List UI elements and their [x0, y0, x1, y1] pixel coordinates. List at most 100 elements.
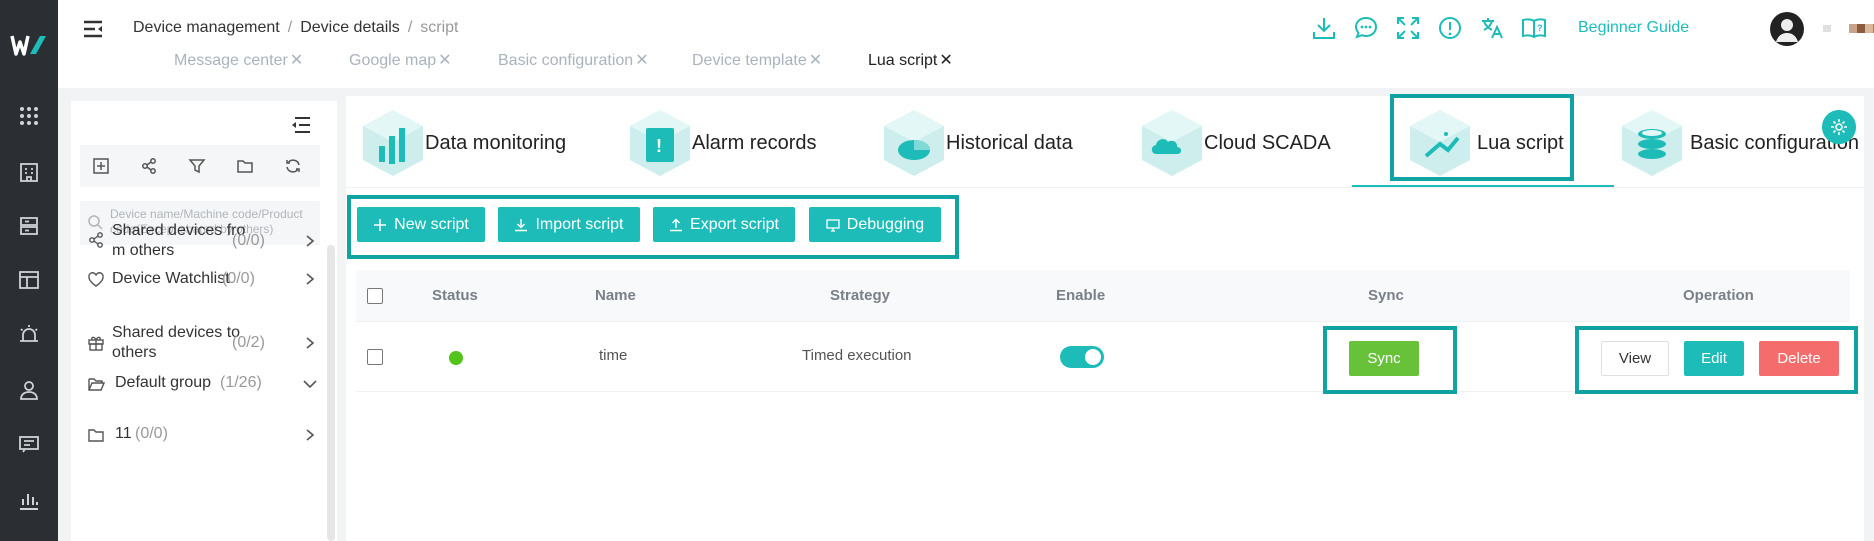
feature-data-monitoring[interactable]: Data monitoring — [357, 104, 577, 184]
toggle-knob — [1085, 349, 1101, 365]
collapse-panel-icon[interactable] — [289, 115, 311, 135]
breadcrumb-item[interactable]: Device details — [300, 19, 400, 36]
download-icon — [515, 218, 528, 231]
chevron-right-icon[interactable] — [303, 428, 317, 442]
tab-google-map[interactable]: Google map ✕ — [349, 50, 452, 70]
view-button[interactable]: View — [1601, 341, 1669, 376]
gear-icon[interactable] — [1822, 110, 1856, 144]
building-icon[interactable] — [17, 160, 41, 184]
folder-icon[interactable] — [236, 157, 254, 175]
data-monitoring-icon — [363, 110, 423, 176]
tree-node-label: others — [112, 344, 157, 361]
chevron-right-icon[interactable] — [303, 336, 317, 350]
folder-open-icon — [88, 378, 105, 391]
breadcrumb-item[interactable]: Device management — [133, 19, 280, 36]
active-tab-underline — [1352, 185, 1614, 187]
tree-node-label: 11 — [115, 425, 132, 442]
username-redacted[interactable] — [1823, 22, 1874, 34]
enable-toggle[interactable] — [1060, 346, 1104, 368]
column-header-status: Status — [432, 287, 478, 304]
tree-node-count: (0/0) — [135, 425, 168, 442]
dashboard-icon[interactable] — [17, 268, 41, 292]
tree-node-default-group[interactable]: Default group (1/26) — [87, 373, 317, 397]
tree-node-shared-to-others[interactable]: Shared devices to others (0/2) — [87, 323, 315, 363]
tree-node-count: (1/26) — [220, 374, 262, 391]
beginner-guide-link[interactable]: Beginner Guide — [1578, 19, 1689, 37]
cloud-scada-icon — [1142, 110, 1202, 176]
tree-node-shared-from-others[interactable]: Shared devices fro m others (0/0) — [87, 221, 315, 261]
chevron-down-icon[interactable] — [303, 377, 317, 391]
tree-toolbar — [80, 145, 320, 187]
tree-node-label: Shared devices to — [112, 324, 241, 341]
sync-button[interactable]: Sync — [1349, 341, 1419, 376]
fullscreen-icon[interactable] — [1394, 14, 1422, 42]
tree-node-group-11[interactable]: 11 (0/0) — [87, 424, 315, 448]
feature-label: Cloud SCADA — [1204, 132, 1331, 154]
import-script-button[interactable]: Import script — [498, 207, 640, 242]
help-book-icon[interactable]: ? — [1520, 14, 1548, 42]
column-header-sync: Sync — [1368, 287, 1404, 304]
add-square-icon[interactable] — [92, 157, 110, 175]
new-script-button[interactable]: New script — [357, 207, 485, 242]
close-icon[interactable]: ✕ — [939, 52, 952, 69]
share-icon — [89, 232, 103, 248]
plus-icon — [374, 218, 387, 231]
column-header-enable: Enable — [1056, 287, 1106, 304]
debugging-label: Debugging — [846, 215, 925, 233]
alarm-icon[interactable] — [17, 322, 41, 346]
edit-button[interactable]: Edit — [1684, 341, 1744, 376]
tab-device-template[interactable]: Device template ✕ — [692, 50, 822, 70]
tab-basic-configuration[interactable]: Basic configuration ✕ — [498, 50, 649, 70]
refresh-icon[interactable] — [284, 157, 302, 175]
share-icon[interactable] — [140, 157, 158, 175]
tab-message-center[interactable]: Message center ✕ — [174, 50, 303, 70]
tree-node-count: (0/0) — [222, 270, 255, 287]
feature-alarm-records[interactable]: ! Alarm records — [624, 104, 824, 184]
feature-cloud-scada[interactable]: Cloud SCADA — [1136, 104, 1336, 184]
app-logo[interactable] — [10, 30, 48, 60]
close-icon[interactable]: ✕ — [809, 52, 822, 69]
upload-icon — [670, 218, 683, 231]
row-checkbox[interactable] — [367, 349, 383, 365]
chevron-right-icon[interactable] — [303, 234, 317, 248]
chart-icon[interactable] — [17, 488, 41, 512]
tree-scrollbar[interactable] — [327, 245, 335, 541]
user-icon[interactable] — [17, 378, 41, 402]
tab-lua-script[interactable]: Lua script ✕ — [868, 50, 953, 70]
tree-node-label: Default group — [115, 374, 212, 391]
close-icon[interactable]: ✕ — [290, 52, 303, 69]
delete-button[interactable]: Delete — [1759, 341, 1839, 376]
breadcrumb: Device management / Device details / script — [133, 19, 459, 36]
select-all-checkbox[interactable] — [367, 288, 383, 304]
translate-icon[interactable] — [1478, 14, 1506, 42]
script-strategy: Timed execution — [802, 347, 912, 364]
feature-label: Historical data — [946, 132, 1073, 154]
tree-node-count: (0/2) — [232, 334, 265, 351]
tree-node-label: Device Watchlist — [112, 270, 230, 287]
basic-configuration-icon — [1622, 110, 1682, 176]
close-icon[interactable]: ✕ — [438, 52, 451, 69]
chat-icon[interactable] — [1352, 14, 1380, 42]
tree-node-device-watchlist[interactable]: Device Watchlist (0/0) — [87, 269, 315, 293]
close-icon[interactable]: ✕ — [635, 52, 648, 69]
message-icon[interactable] — [17, 432, 41, 456]
export-script-button[interactable]: Export script — [653, 207, 795, 242]
filter-icon[interactable] — [188, 157, 206, 175]
top-header: Device management / Device details / script … — [58, 0, 1874, 88]
feature-historical-data[interactable]: Historical data — [878, 104, 1078, 184]
debugging-button[interactable]: Debugging — [809, 207, 941, 242]
feature-basic-configuration[interactable]: Basic configuration — [1616, 104, 1859, 184]
download-icon[interactable] — [1310, 14, 1338, 42]
main-content: Data monitoring ! Alarm records Historic… — [346, 94, 1864, 541]
breadcrumb-current: script — [420, 19, 459, 36]
info-icon[interactable] — [1436, 14, 1464, 42]
table-row: time Timed execution Sync View Edit Dele… — [356, 322, 1858, 394]
grid-icon[interactable] — [17, 104, 41, 128]
avatar[interactable] — [1770, 12, 1804, 46]
chevron-right-icon[interactable] — [303, 272, 317, 286]
menu-toggle-icon[interactable] — [82, 18, 104, 40]
historical-data-icon — [884, 110, 944, 176]
gift-icon — [88, 336, 104, 351]
folder-icon — [88, 429, 104, 442]
server-icon[interactable] — [17, 214, 41, 238]
